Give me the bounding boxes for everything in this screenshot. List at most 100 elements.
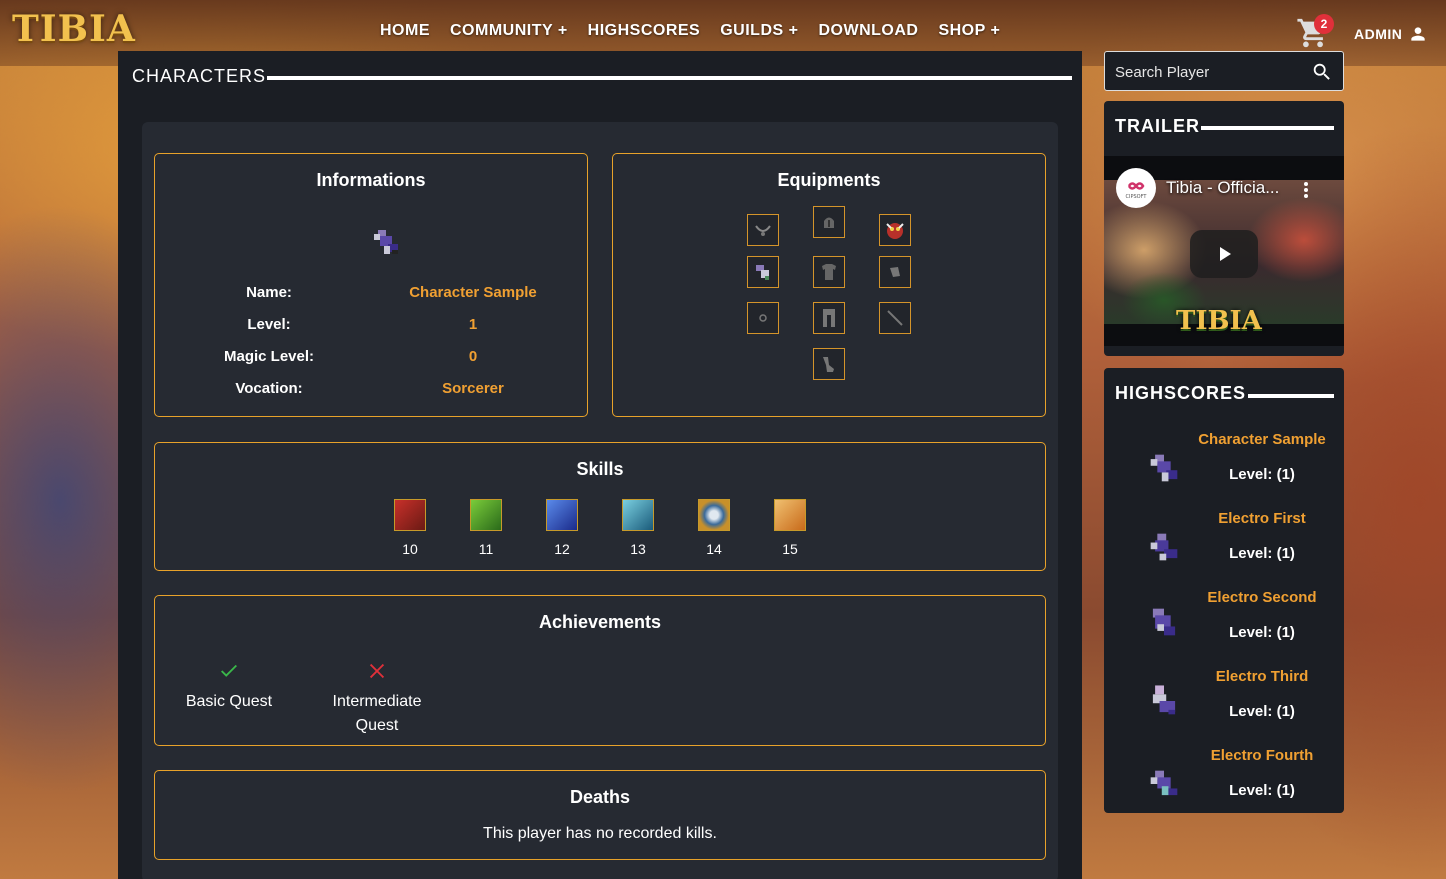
skill-shielding: 15 bbox=[760, 499, 820, 557]
video-title[interactable]: Tibia - Officia... bbox=[1166, 178, 1279, 198]
equipment-slot-weapon[interactable] bbox=[747, 256, 779, 288]
highscore-name[interactable]: Electro Fourth bbox=[1182, 747, 1342, 764]
equipment-slot-amulet[interactable] bbox=[747, 214, 779, 246]
ammo-icon bbox=[887, 310, 903, 326]
channel-avatar[interactable]: CIPSOFT bbox=[1116, 168, 1156, 208]
trailer-panel: TRAILER TIBIA CIPSOFT Tibia - Officia... bbox=[1104, 101, 1344, 356]
character-sprite-icon bbox=[374, 230, 398, 254]
trailer-title-divider bbox=[1201, 126, 1334, 130]
equipment-slot-ammo[interactable] bbox=[879, 302, 911, 334]
achievement-label: Quest bbox=[355, 717, 399, 734]
characters-header: CHARACTERS bbox=[118, 51, 1082, 101]
highscores-title: HIGHSCORES bbox=[1115, 383, 1247, 403]
highscores-title-divider bbox=[1248, 394, 1334, 398]
deaths-card: Deaths This player has no recorded kills… bbox=[154, 770, 1046, 860]
highscores-panel: HIGHSCORES Character Sample Level: (1) E… bbox=[1104, 368, 1344, 813]
info-label-name: Name: bbox=[246, 284, 292, 301]
skills-card: Skills 10 11 12 13 14 15 bbox=[154, 442, 1046, 571]
deaths-message: This player has no recorded kills. bbox=[483, 825, 717, 842]
highscore-level: Level: (1) bbox=[1229, 624, 1295, 641]
highscore-item[interactable]: Electro Fourth Level: (1) bbox=[1104, 738, 1344, 817]
backpack-icon bbox=[886, 223, 904, 239]
title-divider bbox=[267, 76, 1072, 80]
channel-name: CIPSOFT bbox=[1126, 194, 1148, 200]
helmet-icon bbox=[824, 217, 834, 228]
character-content: Informations Name: Character Sample Leve… bbox=[142, 122, 1058, 879]
trailer-video[interactable]: TIBIA CIPSOFT Tibia - Officia... bbox=[1104, 156, 1344, 346]
skill-value: 14 bbox=[706, 541, 722, 557]
achievements-title: Achievements bbox=[538, 612, 662, 632]
nav-guilds[interactable]: GUILDS + bbox=[710, 22, 808, 40]
achievement-item: Intermediate Quest bbox=[317, 660, 437, 738]
info-label-vocation: Vocation: bbox=[235, 380, 303, 397]
nav-home[interactable]: HOME bbox=[370, 22, 440, 40]
skill-value: 13 bbox=[630, 541, 646, 557]
club-skill-icon bbox=[470, 499, 502, 531]
nav-highscores[interactable]: HIGHSCORES bbox=[578, 22, 711, 40]
section-title: CHARACTERS bbox=[132, 66, 267, 86]
play-button[interactable] bbox=[1190, 230, 1258, 278]
informations-card: Informations Name: Character Sample Leve… bbox=[154, 153, 588, 417]
info-label-level: Level: bbox=[247, 316, 291, 333]
equipment-slot-shield[interactable] bbox=[879, 256, 911, 288]
main-nav: HOME COMMUNITY + HIGHSCORES GUILDS + DOW… bbox=[370, 22, 1010, 40]
highscore-level: Level: (1) bbox=[1229, 466, 1295, 483]
character-sprite-icon bbox=[1150, 770, 1178, 796]
equipments-title: Equipments bbox=[777, 170, 881, 190]
checkmark-icon bbox=[221, 664, 237, 677]
tibia-logo[interactable]: TIBIA bbox=[12, 8, 136, 50]
fist-skill-icon bbox=[394, 499, 426, 531]
play-icon bbox=[1220, 247, 1231, 261]
highscore-item[interactable]: Electro First Level: (1) bbox=[1104, 501, 1344, 580]
highscore-name[interactable]: Electro Second bbox=[1182, 589, 1342, 606]
user-menu[interactable]: ADMIN bbox=[1354, 24, 1428, 44]
skill-value: 11 bbox=[478, 541, 494, 557]
equipment-slot-armor[interactable] bbox=[813, 256, 845, 288]
info-value-name[interactable]: Character Sample bbox=[373, 284, 573, 301]
achievement-label: Intermediate bbox=[332, 693, 422, 710]
highscore-level: Level: (1) bbox=[1229, 703, 1295, 720]
highscore-name[interactable]: Electro First bbox=[1182, 510, 1342, 527]
more-vert-icon[interactable] bbox=[1302, 180, 1310, 200]
characters-panel: CHARACTERS Informations Name: Character … bbox=[118, 51, 1082, 879]
boots-icon bbox=[823, 357, 834, 372]
info-value-magic-level: 0 bbox=[468, 348, 478, 365]
skill-distance: 14 bbox=[684, 499, 744, 557]
nav-shop[interactable]: SHOP + bbox=[928, 22, 1010, 40]
axe-skill-icon bbox=[622, 499, 654, 531]
character-sprite-icon bbox=[1152, 685, 1176, 715]
search-player-input[interactable] bbox=[1115, 60, 1305, 84]
cross-icon bbox=[369, 663, 385, 679]
distance-skill-icon bbox=[698, 499, 730, 531]
highscore-level: Level: (1) bbox=[1229, 782, 1295, 799]
shielding-skill-icon bbox=[774, 499, 806, 531]
equipment-slot-legs[interactable] bbox=[813, 302, 845, 334]
highscore-name[interactable]: Electro Third bbox=[1182, 668, 1342, 685]
shield-icon bbox=[890, 267, 900, 277]
highscore-item[interactable]: Electro Third Level: (1) bbox=[1104, 659, 1344, 738]
info-value-level: 1 bbox=[468, 316, 478, 333]
highscore-name[interactable]: Character Sample bbox=[1182, 431, 1342, 448]
equipment-slot-helmet[interactable] bbox=[813, 206, 845, 238]
weapon-icon bbox=[756, 265, 769, 280]
cipsoft-logo-icon: CIPSOFT bbox=[1126, 182, 1148, 200]
nav-community[interactable]: COMMUNITY + bbox=[440, 22, 578, 40]
highscore-item[interactable]: Electro Second Level: (1) bbox=[1104, 580, 1344, 659]
informations-title: Informations bbox=[316, 170, 426, 190]
search-icon[interactable] bbox=[1311, 61, 1333, 83]
skill-fist: 10 bbox=[380, 499, 440, 557]
highscore-item[interactable]: Character Sample Level: (1) bbox=[1104, 422, 1344, 501]
achievement-item: Basic Quest bbox=[175, 660, 283, 714]
achievements-card: Achievements Basic Quest Intermediate Qu… bbox=[154, 595, 1046, 746]
character-sprite-icon bbox=[1150, 533, 1178, 561]
user-label: ADMIN bbox=[1354, 26, 1403, 42]
info-label-magic-level: Magic Level: bbox=[223, 348, 315, 365]
armor-icon bbox=[822, 264, 836, 280]
skill-club: 11 bbox=[456, 499, 516, 557]
equipment-slot-ring[interactable] bbox=[747, 302, 779, 334]
video-logo: TIBIA bbox=[1176, 306, 1262, 336]
nav-download[interactable]: DOWNLOAD bbox=[808, 22, 928, 40]
equipment-slot-backpack[interactable] bbox=[879, 214, 911, 246]
amulet-icon bbox=[755, 225, 771, 236]
equipment-slot-boots[interactable] bbox=[813, 348, 845, 380]
